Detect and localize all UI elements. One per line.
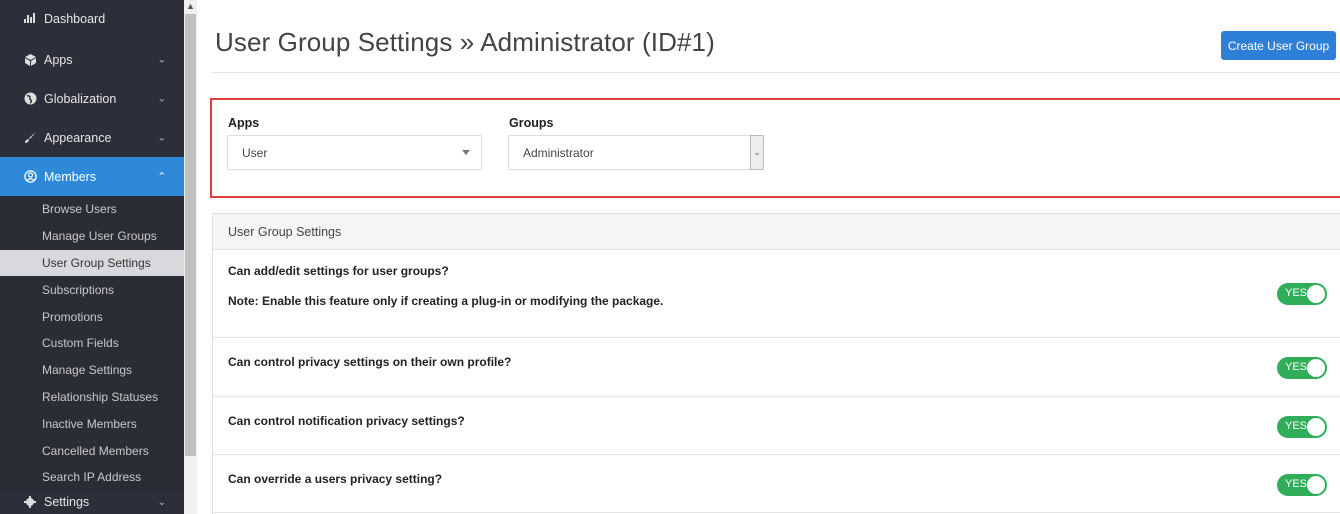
chevron-down-icon[interactable]: ⌄: [750, 135, 764, 170]
user-group-settings-panel: User Group Settings Can add/edit setting…: [212, 213, 1340, 514]
sidebar-item-label: Globalization: [44, 91, 117, 106]
setting-question: Can control notification privacy setting…: [228, 414, 465, 428]
groups-select[interactable]: Administrator ⌄: [508, 135, 764, 170]
filter-box: Apps User Groups Administrator ⌄: [210, 98, 1340, 198]
sidebar-item-dashboard[interactable]: Dashboard: [0, 0, 184, 40]
setting-row: Can control privacy settings on their ow…: [213, 338, 1340, 397]
sidebar-scrollbar[interactable]: ▲: [184, 0, 197, 514]
toggle-label: YES: [1285, 287, 1308, 299]
toggle-label: YES: [1285, 478, 1308, 490]
submenu-item-manage-user-groups[interactable]: Manage User Groups: [0, 223, 184, 250]
chart-icon: [22, 12, 38, 23]
sidebar-item-members[interactable]: Members ⌃: [0, 157, 184, 196]
submenu-item-subscriptions[interactable]: Subscriptions: [0, 276, 184, 303]
user-circle-icon: [22, 170, 38, 183]
chevron-down-icon: ⌄: [157, 93, 166, 104]
apps-select[interactable]: User: [227, 135, 482, 170]
apps-select-value: User: [242, 145, 268, 160]
caret-down-icon: [462, 150, 470, 155]
setting-toggle[interactable]: YES: [1277, 474, 1327, 496]
submenu-item-user-group-settings[interactable]: User Group Settings: [0, 249, 184, 277]
submenu-item-relationship-statuses[interactable]: Relationship Statuses: [0, 384, 184, 411]
submenu-item-inactive-members[interactable]: Inactive Members: [0, 410, 184, 437]
create-user-group-button[interactable]: Create User Group: [1221, 31, 1336, 60]
sidebar-item-apps[interactable]: Apps ⌄: [0, 40, 184, 79]
panel-title: User Group Settings: [213, 214, 1340, 250]
groups-label: Groups: [509, 116, 554, 130]
toggle-label: YES: [1285, 420, 1308, 432]
divider: [212, 72, 1340, 73]
gear-icon: [22, 496, 38, 508]
toggle-knob: [1307, 285, 1325, 303]
sidebar-item-appearance[interactable]: Appearance ⌄: [0, 118, 184, 157]
setting-row: Can control notification privacy setting…: [213, 397, 1340, 455]
setting-toggle[interactable]: YES: [1277, 283, 1327, 305]
globe-icon: [22, 92, 38, 105]
setting-note: Note: Enable this feature only if creati…: [228, 294, 664, 308]
apps-label: Apps: [228, 116, 260, 130]
submenu-item-cancelled-members[interactable]: Cancelled Members: [0, 437, 184, 464]
sidebar-item-settings[interactable]: Settings ⌄: [0, 490, 184, 514]
page-title: User Group Settings » Administrator (ID#…: [215, 27, 715, 57]
setting-question: Can override a users privacy setting?: [228, 472, 443, 486]
toggle-knob: [1307, 418, 1325, 436]
chevron-up-icon: ⌃: [157, 171, 166, 182]
toggle-knob: [1307, 476, 1325, 494]
submenu-item-browse-users[interactable]: Browse Users: [0, 196, 184, 223]
cubes-icon: [22, 53, 38, 66]
groups-select-value: Administrator: [523, 145, 594, 160]
sidebar: Dashboard Apps ⌄ Globalization ⌄ Appeara…: [0, 0, 184, 514]
sidebar-item-label: Members: [44, 169, 97, 184]
scrollbar-thumb[interactable]: [185, 14, 196, 456]
sidebar-item-label: Apps: [44, 52, 73, 67]
chevron-down-icon: ⌄: [157, 496, 166, 508]
submenu-item-manage-settings[interactable]: Manage Settings: [0, 357, 184, 384]
sidebar-item-label: Dashboard: [44, 12, 106, 26]
chevron-down-icon: ⌄: [157, 54, 166, 65]
setting-toggle[interactable]: YES: [1277, 357, 1327, 379]
submenu-item-custom-fields[interactable]: Custom Fields: [0, 330, 184, 357]
brush-icon: [22, 131, 38, 144]
scroll-up-icon[interactable]: ▲: [184, 0, 197, 13]
setting-question: Can control privacy settings on their ow…: [228, 355, 512, 369]
members-submenu: Browse Users Manage User Groups User Gro…: [0, 196, 184, 491]
sidebar-item-globalization[interactable]: Globalization ⌄: [0, 79, 184, 118]
toggle-label: YES: [1285, 361, 1308, 373]
chevron-down-icon: ⌄: [157, 132, 166, 143]
sidebar-item-label: Settings: [44, 495, 90, 509]
toggle-knob: [1307, 359, 1325, 377]
setting-row: Can add/edit settings for user groups? N…: [213, 250, 1340, 338]
sidebar-item-label: Appearance: [44, 130, 112, 145]
setting-question: Can add/edit settings for user groups?: [228, 264, 449, 278]
submenu-item-search-ip-address[interactable]: Search IP Address: [0, 464, 184, 491]
setting-toggle[interactable]: YES: [1277, 416, 1327, 438]
setting-row: Can override a users privacy setting? YE…: [213, 455, 1340, 513]
submenu-item-promotions[interactable]: Promotions: [0, 303, 184, 330]
